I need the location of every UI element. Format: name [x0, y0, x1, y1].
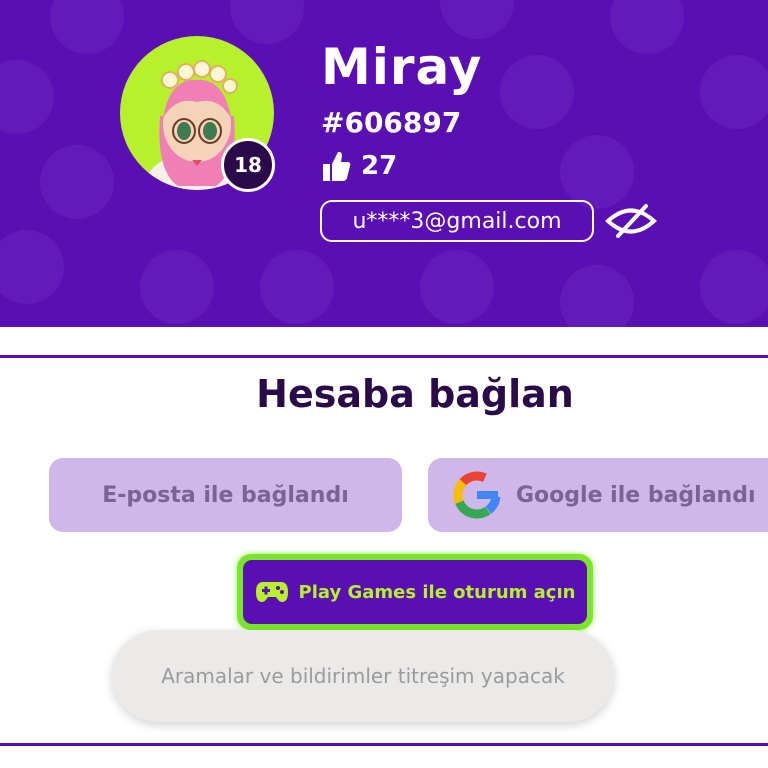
smiley-pattern-icon: [230, 0, 304, 44]
smiley-pattern-icon: [500, 55, 574, 129]
play-games-signin-button[interactable]: Play Games ile oturum açın: [237, 554, 593, 630]
profile-username: Miray: [321, 38, 483, 96]
smiley-pattern-icon: [140, 250, 214, 324]
gamepad-icon: [255, 582, 288, 602]
smiley-pattern-icon: [0, 230, 64, 304]
play-games-label: Play Games ile oturum açın: [298, 581, 576, 603]
likes-count: 27: [321, 148, 397, 184]
level-badge: 18: [221, 138, 275, 192]
email-display: u****3@gmail.com: [320, 200, 594, 242]
smiley-pattern-icon: [560, 265, 634, 327]
profile-user-id: #606897: [321, 106, 462, 139]
smiley-pattern-icon: [420, 250, 494, 324]
google-connected-label: Google ile bağlandı: [516, 482, 756, 508]
email-connected-button[interactable]: E-posta ile bağlandı: [49, 458, 402, 532]
section-divider-top: [0, 355, 768, 358]
toast-notification: Aramalar ve bildirimler titreşim yapacak: [112, 630, 614, 722]
likes-value: 27: [361, 151, 398, 181]
smiley-pattern-icon: [560, 135, 634, 209]
smiley-pattern-icon: [700, 55, 768, 129]
smiley-pattern-icon: [40, 145, 114, 219]
email-connected-label: E-posta ile bağlandı: [102, 482, 349, 508]
toast-message: Aramalar ve bildirimler titreşim yapacak: [161, 664, 565, 688]
eye-hidden-icon[interactable]: [604, 200, 658, 242]
connect-title: Hesaba bağlan: [256, 372, 574, 416]
google-logo-icon: [453, 471, 501, 519]
smiley-pattern-icon: [50, 0, 124, 54]
profile-header: 18 Miray #606897 27 u****3@gmail.com: [0, 0, 768, 327]
smiley-pattern-icon: [700, 250, 768, 324]
smiley-pattern-icon: [440, 0, 514, 39]
smiley-pattern-icon: [260, 250, 334, 324]
smiley-pattern-icon: [610, 0, 684, 54]
section-divider-bottom: [0, 743, 768, 746]
thumbs-up-icon: [323, 151, 351, 181]
smiley-pattern-icon: [0, 60, 54, 134]
google-connected-button[interactable]: Google ile bağlandı: [428, 458, 768, 532]
